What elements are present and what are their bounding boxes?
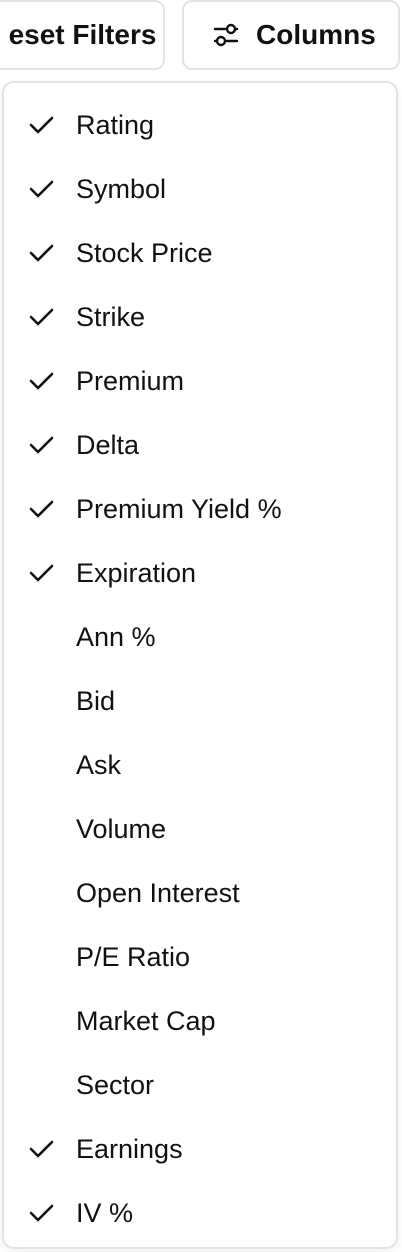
check-icon (29, 372, 54, 390)
column-option-label: Ann % (76, 621, 156, 652)
column-option-label: Delta (76, 429, 140, 460)
column-option-label: Ask (76, 749, 122, 780)
check-icon (29, 1204, 54, 1222)
columns-menu: Rating Symbol Stock Price Strike Premium Delt… (2, 81, 398, 1249)
check-icon (29, 1140, 54, 1158)
columns-button[interactable]: Columns (182, 0, 400, 70)
column-option[interactable]: Premium (4, 349, 396, 413)
column-option-label: Open Interest (76, 877, 240, 908)
column-option-label: Symbol (76, 173, 167, 204)
column-option-label: Bid (76, 685, 116, 716)
column-option[interactable]: Market Cap (4, 989, 396, 1053)
column-option-label: Sector (76, 1069, 155, 1100)
column-option[interactable]: Symbol (4, 157, 396, 221)
column-option[interactable]: Delta (4, 413, 396, 477)
check-icon (29, 308, 54, 326)
check-icon (29, 564, 54, 582)
sliders-icon (212, 21, 240, 49)
column-option[interactable]: Premium Yield % (4, 477, 396, 541)
column-option[interactable]: Strike (4, 285, 396, 349)
column-option[interactable]: Ann % (4, 605, 396, 669)
column-option[interactable]: Stock Price (4, 221, 396, 285)
column-option-label: Volume (76, 813, 167, 844)
column-option-label: P/E Ratio (76, 941, 191, 972)
column-option-label: Premium (76, 365, 185, 396)
column-option[interactable]: P/E Ratio (4, 925, 396, 989)
column-option[interactable]: Expiration (4, 541, 396, 605)
column-option[interactable]: Rating (4, 93, 396, 157)
column-option[interactable]: Earnings (4, 1117, 396, 1181)
column-option[interactable]: Sector (4, 1053, 396, 1117)
column-option-label: Strike (76, 301, 146, 332)
columns-dropdown-view: eset Filters Columns Rating Symbol Stock P… (0, 0, 402, 1252)
check-icon (29, 244, 54, 262)
check-icon (29, 500, 54, 518)
column-option-label: Rating (76, 109, 155, 140)
column-option-label: Expiration (76, 557, 197, 588)
column-option[interactable]: Volume (4, 797, 396, 861)
column-option[interactable]: IV % (4, 1181, 396, 1245)
column-option[interactable]: Open Interest (4, 861, 396, 925)
column-option-label: Premium Yield % (76, 493, 282, 524)
column-option-label: Earnings (76, 1133, 183, 1164)
reset-filters-label: eset Filters (8, 19, 157, 50)
columns-label: Columns (256, 19, 376, 50)
column-option[interactable]: Ask (4, 733, 396, 797)
reset-filters-button[interactable]: eset Filters (0, 0, 165, 70)
check-icon (29, 116, 54, 134)
check-icon (29, 180, 54, 198)
column-option-label: Stock Price (76, 237, 213, 268)
column-option-label: IV % (76, 1197, 134, 1228)
column-option-label: Market Cap (76, 1005, 216, 1036)
column-option[interactable]: Bid (4, 669, 396, 733)
check-icon (29, 436, 54, 454)
